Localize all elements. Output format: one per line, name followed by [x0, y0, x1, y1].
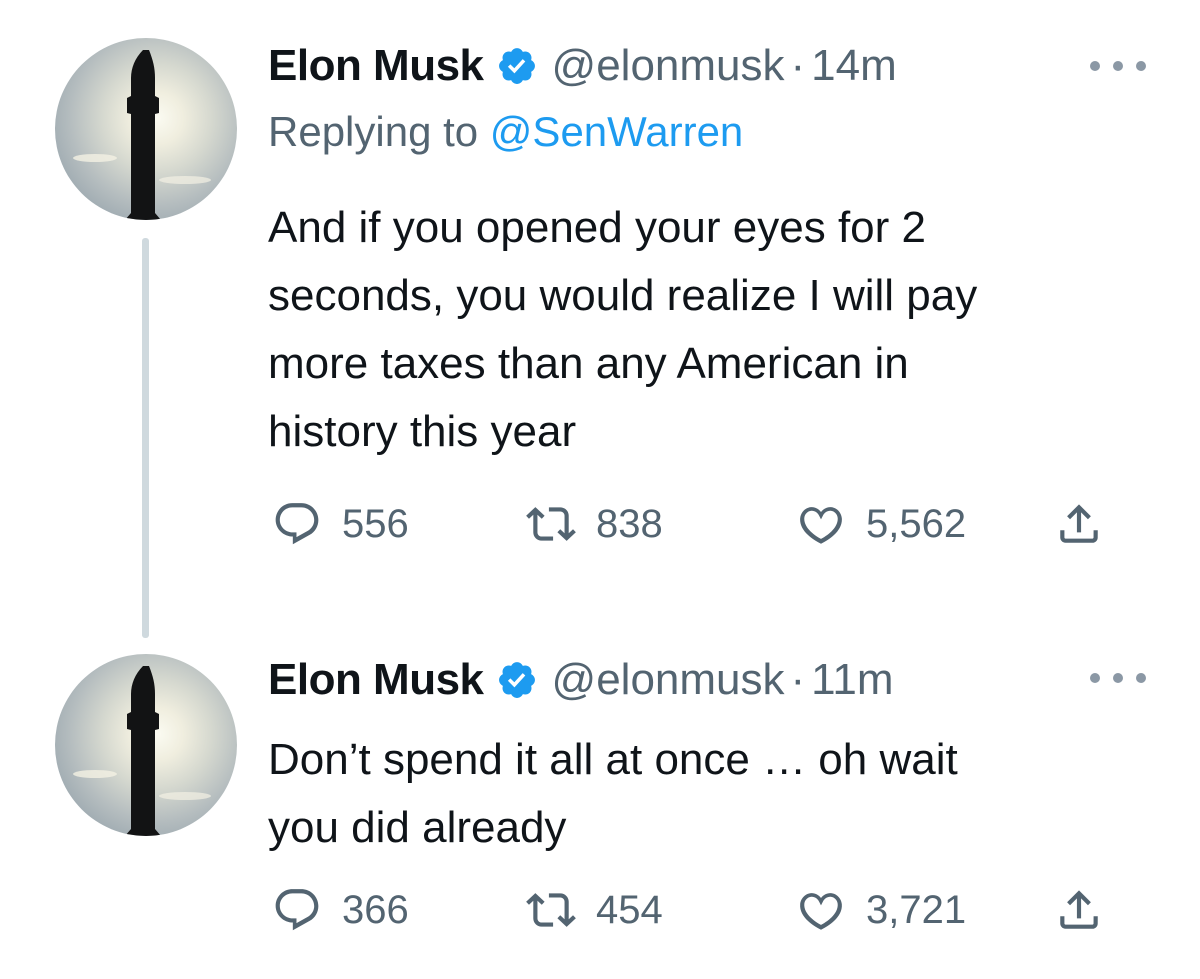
separator-dot: · [790, 655, 806, 704]
retweet-icon [526, 893, 576, 927]
author-name[interactable]: Elon Musk [268, 655, 484, 705]
reply-button[interactable]: 366 [272, 880, 409, 940]
retweet-icon [526, 507, 576, 541]
replying-to: Replying to @SenWarren [268, 108, 743, 156]
verified-badge-icon [498, 662, 535, 698]
reply-button[interactable]: 556 [272, 494, 409, 554]
share-icon [1060, 890, 1098, 929]
tweet[interactable]: Elon Musk @elonmusk · 11m Don’t spend it… [0, 640, 1200, 979]
tweet-text: Don’t spend it all at once … oh wait you… [268, 735, 958, 852]
share-button[interactable] [1054, 494, 1104, 554]
retweet-count: 838 [596, 501, 663, 546]
more-icon[interactable] [1090, 668, 1146, 688]
avatar[interactable] [55, 654, 237, 836]
tweet-actions: 556 838 5,562 [268, 494, 1148, 554]
separator-dot: · [790, 41, 806, 90]
share-icon [1060, 504, 1098, 543]
more-icon[interactable] [1090, 56, 1146, 76]
retweet-button[interactable]: 838 [526, 494, 663, 554]
tweet[interactable]: Elon Musk @elonmusk · 14m Replying to @S… [0, 0, 1200, 600]
mention-link[interactable]: @SenWarren [490, 108, 744, 155]
replying-label: Replying to [268, 108, 479, 155]
heart-icon [800, 507, 842, 544]
retweet-button[interactable]: 454 [526, 880, 663, 940]
like-count: 5,562 [866, 501, 967, 546]
rocket-silhouette-icon [73, 50, 211, 220]
author-name[interactable]: Elon Musk [268, 41, 484, 91]
rocket-silhouette-icon [73, 666, 211, 836]
share-button[interactable] [1054, 880, 1104, 940]
reply-count: 366 [342, 887, 409, 932]
tweet-header: Elon Musk @elonmusk · 11m [268, 650, 894, 710]
author-handle[interactable]: @elonmusk [552, 41, 785, 91]
reply-icon [275, 503, 319, 545]
tweet-text: And if you opened your eyes for 2 second… [268, 203, 978, 456]
reply-count: 556 [342, 501, 409, 546]
tweet-header: Elon Musk @elonmusk · 14m [268, 36, 897, 96]
retweet-count: 454 [596, 887, 663, 932]
timestamp[interactable]: 14m [811, 41, 897, 91]
like-count: 3,721 [866, 887, 967, 932]
avatar[interactable] [55, 38, 237, 220]
like-button[interactable]: 5,562 [796, 494, 966, 554]
author-handle[interactable]: @elonmusk [552, 655, 785, 705]
heart-icon [800, 893, 842, 930]
timestamp[interactable]: 11m [811, 655, 893, 705]
verified-badge-icon [498, 48, 535, 84]
reply-icon [275, 889, 319, 931]
like-button[interactable]: 3,721 [796, 880, 966, 940]
tweet-actions: 366 454 3,721 [268, 880, 1148, 940]
